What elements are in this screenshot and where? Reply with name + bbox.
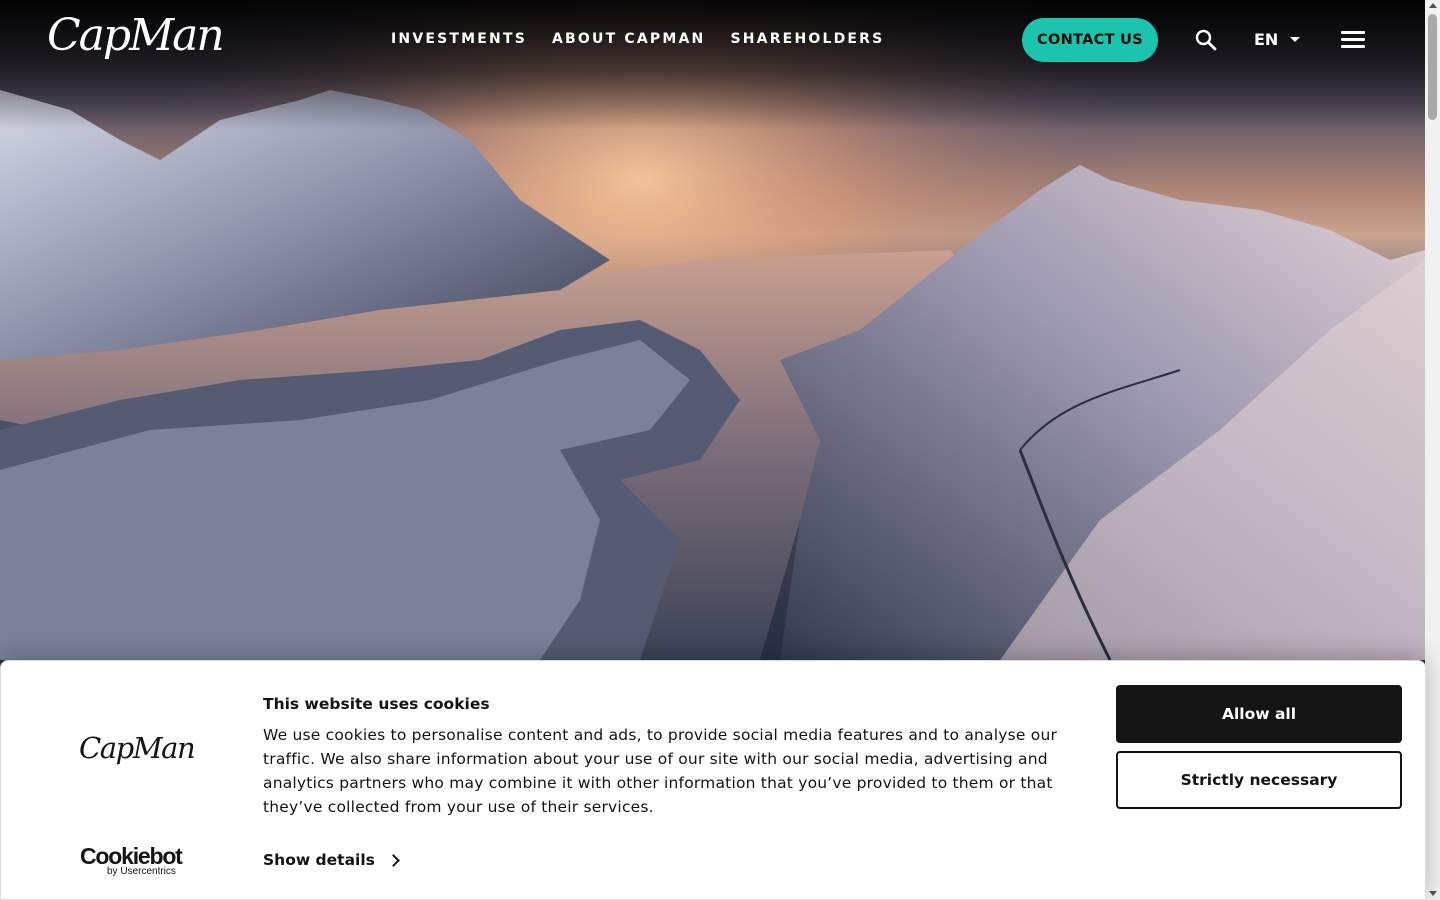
hamburger-menu-icon[interactable] <box>1341 31 1365 49</box>
nav-shareholders[interactable]: SHAREHOLDERS <box>730 31 884 47</box>
caret-down-icon <box>1290 37 1301 42</box>
cookiebot-name: Cookiebot <box>80 843 183 869</box>
cookie-description: We use cookies to personalise content an… <box>263 726 1058 816</box>
search-icon[interactable] <box>1194 28 1218 52</box>
page-scrollbar[interactable] <box>1425 0 1440 900</box>
cookiebot-byline: by Usercentrics <box>107 866 176 877</box>
nav-about-capman[interactable]: ABOUT CAPMAN <box>552 31 705 47</box>
language-selector[interactable]: EN <box>1254 30 1301 49</box>
scroll-thumb[interactable] <box>1428 14 1437 120</box>
cookie-banner: CapMan Cookiebot by Usercentrics This we… <box>0 660 1426 900</box>
scroll-down-arrow-icon[interactable] <box>1429 891 1437 896</box>
contact-us-button[interactable]: CONTACT US <box>1022 18 1158 62</box>
strictly-necessary-button[interactable]: Strictly necessary <box>1116 751 1402 809</box>
show-details-label: Show details <box>263 851 375 869</box>
cookiebot-logo[interactable]: Cookiebot by Usercentrics <box>80 843 183 878</box>
scroll-up-arrow-icon[interactable] <box>1429 3 1437 8</box>
chevron-right-icon <box>387 854 400 867</box>
cookie-title: This website uses cookies <box>263 695 490 713</box>
capman-logo[interactable]: CapMan <box>47 10 225 61</box>
show-details-link[interactable]: Show details <box>263 851 400 869</box>
main-nav: INVESTMENTS ABOUT CAPMAN SHAREHOLDERS <box>391 31 884 47</box>
language-label: EN <box>1254 30 1279 49</box>
nav-investments[interactable]: INVESTMENTS <box>391 31 527 47</box>
allow-all-button[interactable]: Allow all <box>1116 685 1402 743</box>
cookie-banner-logo: CapMan <box>79 731 196 765</box>
